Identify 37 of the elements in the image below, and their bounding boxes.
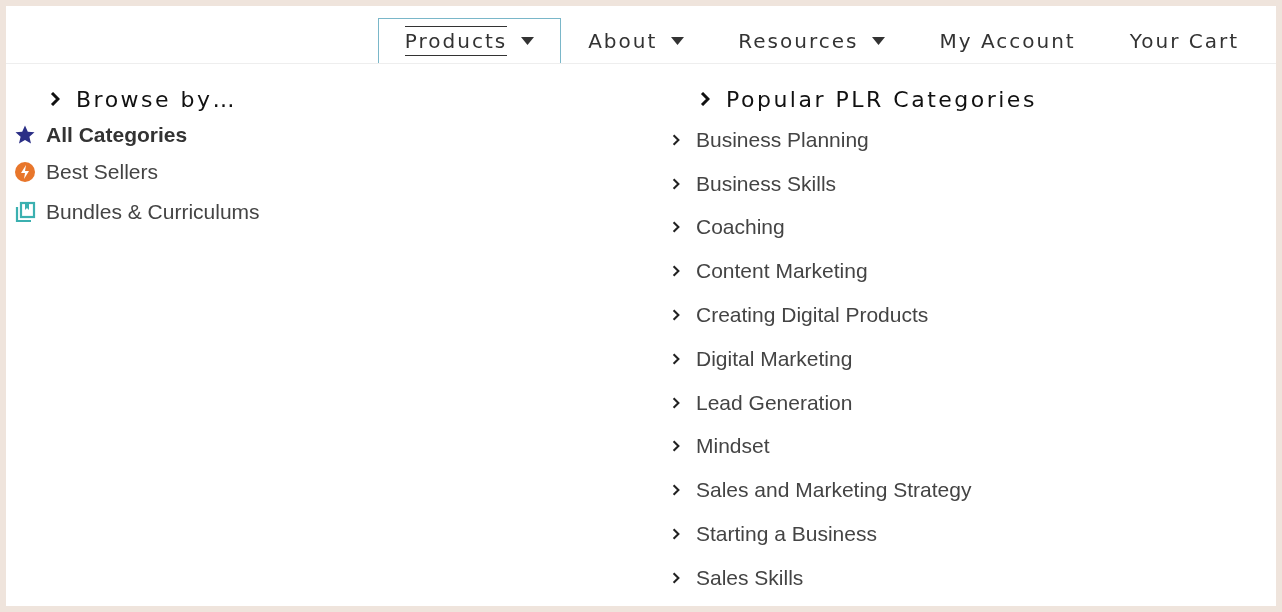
category-link[interactable]: Digital Marketing [672,337,1276,381]
chevron-icon [672,265,680,278]
chevron-icon [672,221,680,234]
category-link[interactable]: Mindset [672,424,1276,469]
star-icon [14,124,36,146]
chevron-icon [672,396,680,409]
category-link[interactable]: Coaching [672,205,1276,250]
chevron-icon [672,309,680,322]
chevron-icon [672,571,680,584]
category-link[interactable]: Creating Digital Products [672,293,1276,337]
category-link[interactable]: Sales Skills [672,555,1276,600]
browse-link[interactable]: Best Sellers [14,152,672,192]
section-heading: Browse by… [76,86,238,112]
chevron-icon [672,484,680,497]
stacked-pages-icon [14,201,36,223]
category-link[interactable]: Business Skills [672,161,1276,206]
category-link[interactable]: Lead Generation [672,380,1276,425]
browse-link[interactable]: All Categories [14,118,672,152]
browse-link[interactable]: Bundles & Curriculums [14,192,672,232]
category-link[interactable]: Starting a Business [672,512,1276,556]
category-link[interactable]: Business Planning [672,118,1276,162]
chevron-icon [672,352,680,365]
chevron-icon [50,92,60,106]
chevron-icon [672,177,680,190]
chevron-icon [700,92,710,106]
nav-tab[interactable]: Your Cart [1102,18,1266,63]
nav-tab[interactable]: Products [377,18,562,63]
lightning-icon [14,161,36,183]
nav-tab[interactable]: Resources [711,18,913,63]
category-link[interactable]: Sales and Marketing Strategy [672,468,1276,513]
section-heading: Popular PLR Categories [726,86,1037,112]
nav-tab[interactable]: My Account [912,18,1103,63]
category-link[interactable]: Content Marketing [672,249,1276,294]
chevron-icon [672,528,680,541]
chevron-icon [672,133,680,146]
nav-tab[interactable]: About [561,18,712,63]
chevron-icon [672,440,680,453]
